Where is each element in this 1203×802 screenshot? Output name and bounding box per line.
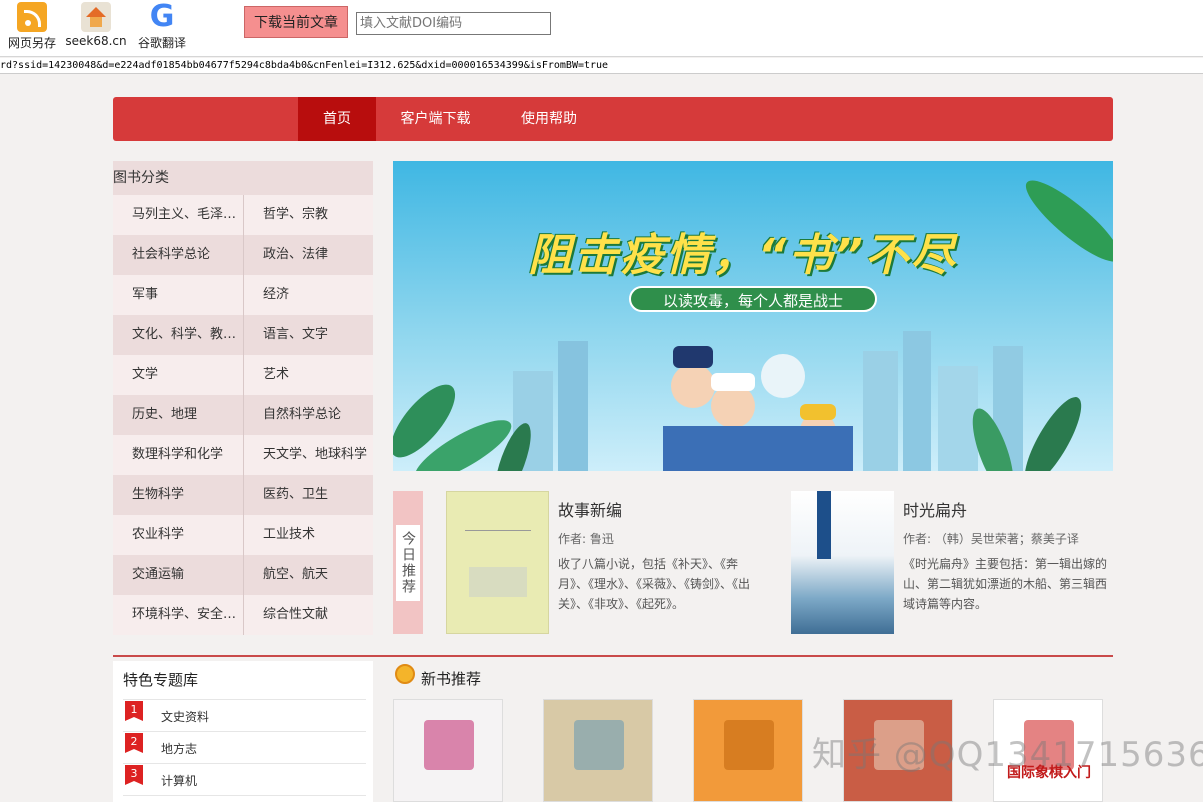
- special-topics-panel: 特色专题库 1 文史资料 2 地方志 3 计算机: [113, 661, 373, 802]
- divider: [123, 763, 366, 764]
- category-row: 文化、科学、教育... 语言、文字: [113, 315, 373, 355]
- divider: [123, 795, 366, 796]
- doi-input[interactable]: [356, 12, 551, 35]
- nav-home[interactable]: 首页: [298, 97, 376, 141]
- seek-site-tool[interactable]: seek68.cn: [64, 0, 128, 48]
- category-item[interactable]: 哲学、宗教: [243, 195, 373, 235]
- watermark: 知乎 @QQ1341715636: [812, 735, 1203, 775]
- category-item[interactable]: 农业科学: [113, 515, 243, 555]
- category-item[interactable]: 天文学、地球科学: [243, 435, 373, 475]
- cover-art: [424, 720, 474, 770]
- category-item[interactable]: 历史、地理: [113, 395, 243, 435]
- today-recommend-tab: 今日推荐: [393, 491, 423, 634]
- cover-art: [574, 720, 624, 770]
- today-recommend-label: 今日推荐: [396, 524, 420, 601]
- nav-help[interactable]: 使用帮助: [510, 97, 588, 141]
- category-row: 交通运输 航空、航天: [113, 555, 373, 595]
- cover-panel: [469, 567, 527, 597]
- rank-badge-3: 3: [125, 765, 143, 785]
- new-books-title: 新书推荐: [421, 670, 482, 688]
- main-nav: 首页 客户端下载 使用帮助: [113, 97, 1113, 141]
- category-item[interactable]: 军事: [113, 275, 243, 315]
- category-item[interactable]: 工业技术: [243, 515, 373, 555]
- category-item[interactable]: 环境科学、安全科...: [113, 595, 243, 635]
- google-translate-tool[interactable]: G 谷歌翻译: [130, 0, 194, 51]
- new-book-cover[interactable]: [393, 699, 503, 802]
- category-row: 数理科学和化学 天文学、地球科学: [113, 435, 373, 475]
- banner-headline: 阻击疫情，“书”不尽: [528, 230, 957, 281]
- category-item[interactable]: 语言、文字: [243, 315, 373, 355]
- new-book-cover[interactable]: [543, 699, 653, 802]
- category-row: 环境科学、安全科... 综合性文献: [113, 595, 373, 635]
- category-row: 军事 经济: [113, 275, 373, 315]
- category-row: 农业科学 工业技术: [113, 515, 373, 555]
- special-item-1[interactable]: 文史资料: [161, 708, 209, 725]
- divider: [123, 699, 366, 700]
- book-desc-1: 收了八篇小说，包括《补天》、《奔月》、《理水》、《采薇》、《铸剑》、《出关》、《…: [558, 557, 751, 611]
- download-article-button[interactable]: 下载当前文章: [244, 6, 348, 38]
- google-translate-label: 谷歌翻译: [137, 36, 186, 50]
- home-icon: [81, 2, 111, 32]
- category-title: 图书分类: [113, 161, 373, 195]
- category-item[interactable]: 艺术: [243, 355, 373, 395]
- category-item[interactable]: 医药、卫生: [243, 475, 373, 515]
- banner[interactable]: 阻击疫情，“书”不尽 以读攻毒，每个人都是战士: [393, 161, 1113, 471]
- special-item-2[interactable]: 地方志: [161, 740, 197, 757]
- category-item[interactable]: 数理科学和化学: [113, 435, 243, 475]
- book-author-2: 作者: （韩）吴世荣著；蔡美子译: [903, 532, 1079, 546]
- category-item[interactable]: 生物科学: [113, 475, 243, 515]
- category-item[interactable]: 马列主义、毛泽东...: [113, 195, 243, 235]
- medal-icon: [395, 664, 415, 684]
- cover-stripe: [817, 491, 831, 559]
- rss-save-icon: [17, 2, 47, 32]
- seek-site-label: seek68.cn: [65, 34, 127, 48]
- cover-rule: [465, 530, 531, 531]
- category-row: 生物科学 医药、卫生: [113, 475, 373, 515]
- save-page-label: 网页另存: [7, 36, 56, 50]
- new-book-cover[interactable]: [693, 699, 803, 802]
- category-item[interactable]: 交通运输: [113, 555, 243, 595]
- category-row: 历史、地理 自然科学总论: [113, 395, 373, 435]
- special-topics-title: 特色专题库: [123, 671, 199, 689]
- divider: [123, 731, 366, 732]
- category-row: 文学 艺术: [113, 355, 373, 395]
- rank-badge-1: 1: [125, 701, 143, 721]
- book-title-1[interactable]: 故事新编: [558, 497, 622, 521]
- category-item[interactable]: 综合性文献: [243, 595, 373, 635]
- nav-client-download[interactable]: 客户端下载: [388, 97, 483, 141]
- browser-toolbar: 网页另存 seek68.cn G 谷歌翻译 下载当前文章: [0, 0, 1203, 57]
- section-divider: [113, 655, 1113, 657]
- url-bar[interactable]: rd?ssid=14230048&d=e224adf01854bb04677f5…: [0, 58, 1203, 74]
- cover-art: [724, 720, 774, 770]
- category-item[interactable]: 政治、法律: [243, 235, 373, 275]
- banner-subline: 以读攻毒，每个人都是战士: [629, 286, 877, 312]
- category-item[interactable]: 自然科学总论: [243, 395, 373, 435]
- book-title-2[interactable]: 时光扁舟: [903, 497, 967, 521]
- category-item[interactable]: 文化、科学、教育...: [113, 315, 243, 355]
- category-item[interactable]: 社会科学总论: [113, 235, 243, 275]
- category-item[interactable]: 经济: [243, 275, 373, 315]
- special-item-3[interactable]: 计算机: [161, 772, 197, 789]
- banner-illustration: [393, 180, 1113, 471]
- book-author-1: 作者: 鲁迅: [558, 532, 614, 546]
- book-desc-2: 《时光扁舟》主要包括：第一辑出嫁的山、第二辑犹如漂逝的木船、第三辑西域诗篇等内容…: [903, 557, 1108, 611]
- category-row: 马列主义、毛泽东... 哲学、宗教: [113, 195, 373, 235]
- category-sidebar: 图书分类 马列主义、毛泽东... 哲学、宗教 社会科学总论 政治、法律 军事 经济 文化、科…: [113, 161, 373, 635]
- category-row: 社会科学总论 政治、法律: [113, 235, 373, 275]
- category-item[interactable]: 航空、航天: [243, 555, 373, 595]
- save-page-tool[interactable]: 网页另存: [0, 0, 64, 51]
- category-item[interactable]: 文学: [113, 355, 243, 395]
- google-icon: G: [149, 0, 175, 34]
- book-cover-1[interactable]: [446, 491, 549, 634]
- rank-badge-2: 2: [125, 733, 143, 753]
- book-cover-2[interactable]: [791, 491, 894, 634]
